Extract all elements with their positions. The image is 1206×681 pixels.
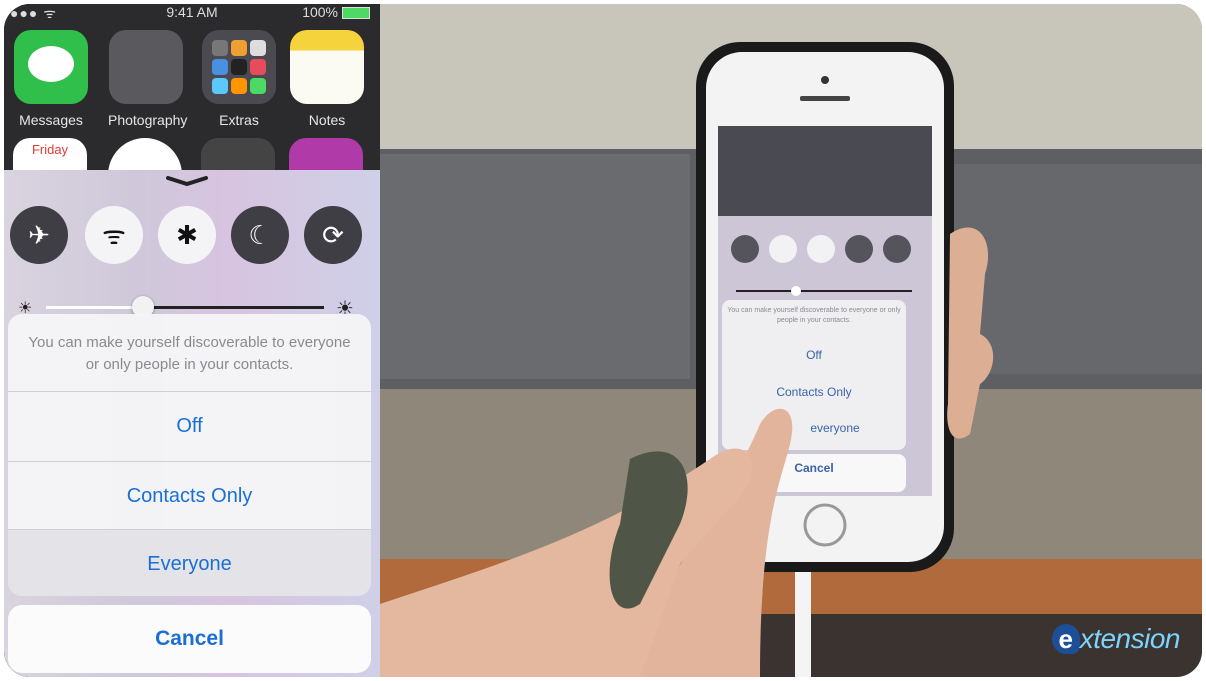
phone-screen-zoom: ●●● ᯤ 9:41 AM 100% Messages Photography	[4, 4, 380, 677]
app-label: Notes	[308, 112, 346, 128]
calendar-day: Friday	[31, 142, 69, 157]
rotation-lock-toggle[interactable]: ⟳	[304, 206, 362, 264]
app-label: Extras	[219, 112, 259, 128]
brightness-track[interactable]	[46, 306, 324, 309]
extension-logo: e xtension	[1051, 623, 1181, 663]
chevron-down-icon[interactable]	[166, 176, 208, 186]
do-not-disturb-toggle[interactable]: ☾	[231, 206, 289, 264]
office-scene	[380, 4, 1202, 677]
app-photography[interactable]: Photography	[108, 30, 188, 128]
mini-option-everyone: everyone	[810, 421, 860, 435]
bluetooth-toggle[interactable]: ✱	[158, 206, 216, 264]
option-everyone[interactable]: Everyone	[8, 529, 371, 596]
folder-icon	[202, 30, 276, 104]
mini-option-contacts-only: Contacts Only	[776, 385, 852, 399]
app-messages[interactable]: Messages	[13, 30, 89, 128]
wifi-toggle[interactable]: ᯤ	[85, 206, 143, 264]
messages-icon	[14, 30, 88, 104]
mini-airdrop-message: You can make yourself discoverable to ev…	[727, 307, 901, 324]
app-label: Photography	[108, 112, 188, 128]
home-app-row: Messages Photography Extras Notes	[4, 30, 380, 140]
bluetooth-icon: ✱	[176, 220, 198, 250]
video-photo: You can make yourself discoverable to ev…	[380, 4, 1202, 677]
airplane-mode-toggle[interactable]: ✈	[10, 206, 68, 264]
rotation-lock-icon: ⟳	[322, 220, 344, 250]
video-frame: ●●● ᯤ 9:41 AM 100% Messages Photography	[4, 4, 1202, 677]
status-bar: ●●● ᯤ 9:41 AM 100%	[4, 4, 380, 24]
option-off[interactable]: Off	[8, 391, 371, 460]
option-contacts-only[interactable]: Contacts Only	[8, 461, 371, 530]
moon-icon: ☾	[248, 220, 272, 250]
logo-letter: e	[1051, 624, 1080, 654]
notes-icon	[290, 30, 364, 104]
wifi-icon: ᯤ	[102, 220, 126, 250]
app-notes[interactable]: Notes	[289, 30, 365, 128]
battery-percent: 100%	[302, 4, 338, 20]
app-extras[interactable]: Extras	[201, 30, 277, 128]
airplane-icon: ✈	[28, 220, 50, 250]
mini-option-off: Off	[806, 348, 822, 362]
logo-text: xtension	[1079, 623, 1181, 654]
cancel-button[interactable]: Cancel	[8, 605, 371, 673]
folder-icon	[109, 30, 183, 104]
brightness-fill	[46, 306, 144, 309]
app-label: Messages	[19, 112, 83, 128]
battery-indicator: 100%	[302, 4, 370, 20]
mini-cancel: Cancel	[794, 461, 834, 475]
airdrop-action-sheet: You can make yourself discoverable to ev…	[8, 314, 371, 596]
airdrop-message: You can make yourself discoverable to ev…	[28, 334, 351, 373]
toggle-row: ✈ ᯤ ✱ ☾ ⟳	[4, 206, 380, 270]
battery-icon	[342, 7, 370, 20]
